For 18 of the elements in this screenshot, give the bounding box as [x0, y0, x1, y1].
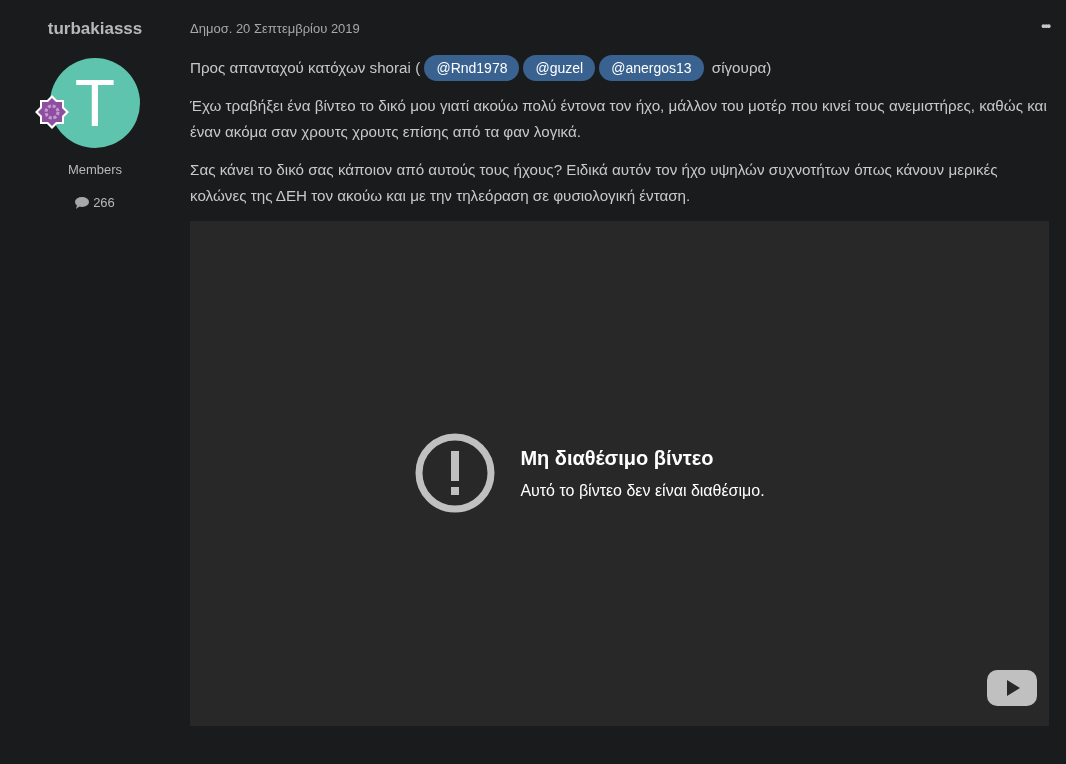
user-mention-link[interactable]: @guzel [523, 54, 596, 81]
gear-badge-icon [34, 93, 70, 130]
video-message: Αυτό το βίντεο δεν είναι διαθέσιμο. [520, 481, 765, 501]
video-player[interactable]: Μη διαθέσιμο βίντεο Αυτό το βίντεο δεν είναι διαθέσιμο. [190, 220, 1049, 726]
post-paragraph: Προς απανταχού κατόχων shorai ( @Rnd1978 @guzel @anergos13 σίγουρα) [190, 54, 1049, 81]
post-count: 266 [93, 194, 115, 212]
video-title: Μη διαθέσιμο βίντεο [520, 446, 715, 471]
member-group: Members [67, 159, 123, 179]
user-mention-link[interactable]: @Rnd1978 [424, 54, 520, 81]
post-paragraph: Έχω τραβήξει ένα βίντεο το δικό μου γιατί ακούω πολύ έντονα τον ήχο, μάλλον του μοτέρ που κινεί τους ανεμιστήρες, καθώς και έναν ακόμα σαν χρουτς χρουτς επίσης από τα φαν λογικά. [190, 95, 1048, 142]
warning-icon [414, 432, 497, 514]
post-paragraph: Σας κάνει το δικό σας κάποιον από αυτούς τους ήχους? Ειδικά αυτόν τον ήχο υψηλών συχνοτήτων όπως κάνουν μερικές κολώνες της ΔΕΗ τον ακούω και με την τηλεόραση σε φυσιολογική ένταση. [190, 159, 999, 206]
more-menu[interactable]: ••• [1041, 16, 1049, 39]
user-mention-link[interactable]: @anergos13 [599, 54, 704, 81]
post-date: Δημοσ. 20 Σεπτεμβρίου 2019 [190, 20, 360, 38]
comment-icon [75, 196, 90, 209]
author-name[interactable]: turbakiasss [47, 16, 143, 42]
play-logo-icon[interactable] [987, 669, 1037, 706]
